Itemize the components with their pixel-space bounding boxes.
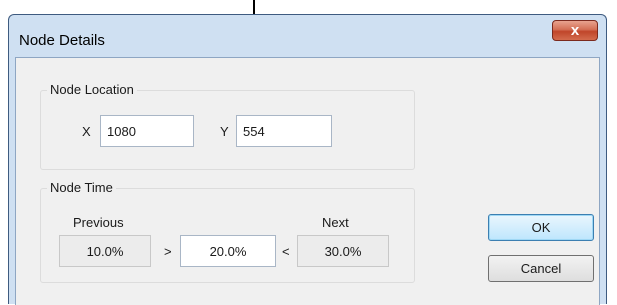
y-label: Y: [220, 124, 229, 139]
node-location-label: Node Location: [47, 82, 137, 97]
greater-than-symbol: >: [164, 244, 172, 259]
node-time-input[interactable]: 20.0%: [180, 235, 276, 267]
node-time-group: Node Time Previous Next 10.0% > 20.0% < …: [40, 180, 415, 283]
ok-button[interactable]: OK: [488, 214, 594, 241]
next-label: Next: [322, 215, 349, 230]
next-time-value: 30.0%: [297, 235, 389, 267]
previous-label: Previous: [73, 215, 124, 230]
close-icon: x: [570, 22, 580, 39]
close-button[interactable]: x: [552, 20, 598, 41]
dialog-body: Node Location X 1080 Y 554 Node Time Pre…: [15, 57, 600, 305]
dialog-title: Node Details: [19, 32, 105, 49]
y-coordinate-input[interactable]: 554: [236, 115, 332, 147]
x-coordinate-input[interactable]: 1080: [100, 115, 194, 147]
node-time-label: Node Time: [47, 180, 116, 195]
node-location-group: Node Location X 1080 Y 554: [40, 82, 415, 170]
previous-time-value: 10.0%: [59, 235, 151, 267]
x-label: X: [82, 124, 91, 139]
less-than-symbol: <: [282, 244, 290, 259]
node-details-dialog: Node Details x Node Location X 1080 Y 55…: [8, 14, 607, 305]
cancel-button[interactable]: Cancel: [488, 255, 594, 282]
